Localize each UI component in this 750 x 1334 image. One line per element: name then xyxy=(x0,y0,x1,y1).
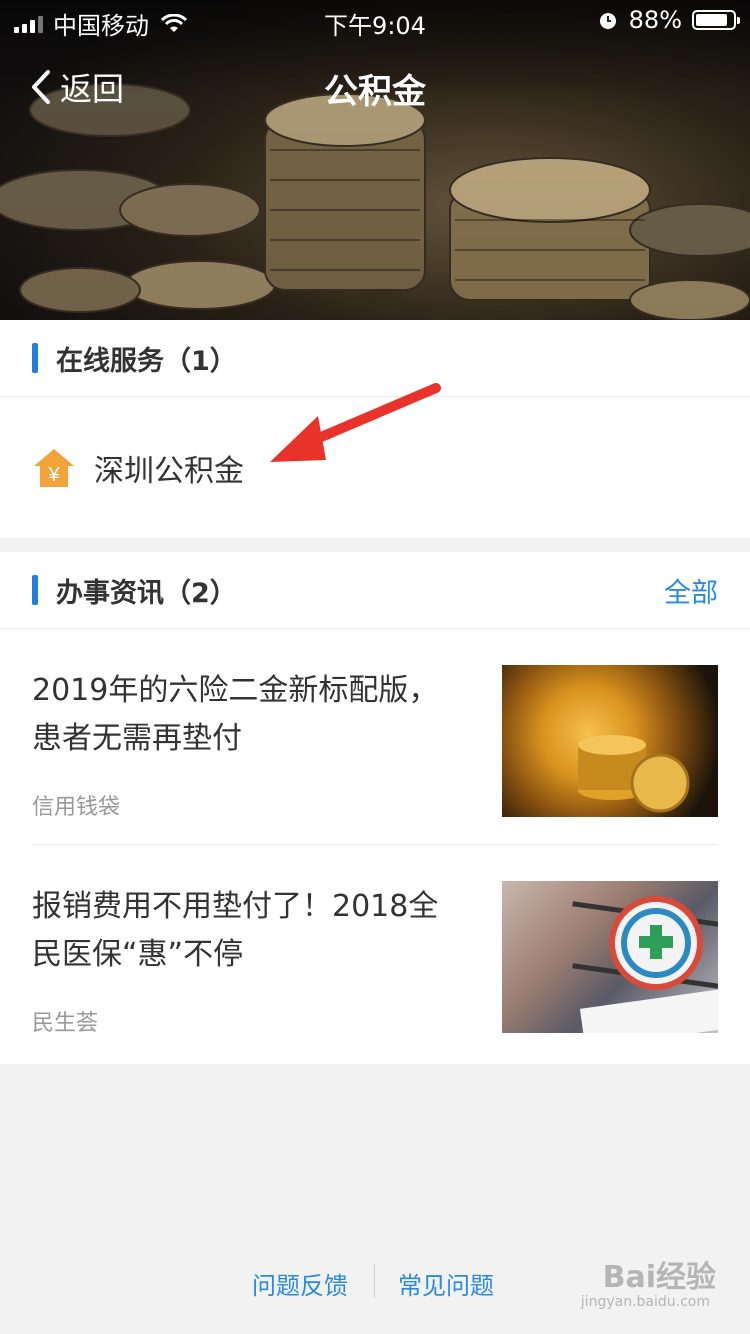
watermark-url: jingyan.baidu.com xyxy=(580,1294,710,1310)
faq-link[interactable]: 常见问题 xyxy=(398,1266,494,1301)
annotation-arrow xyxy=(270,383,441,462)
feedback-link[interactable]: 问题反馈 xyxy=(252,1266,348,1301)
footer-divider xyxy=(374,1264,375,1298)
baidu-jingyan-watermark: Bai经验 xyxy=(602,1260,716,1295)
